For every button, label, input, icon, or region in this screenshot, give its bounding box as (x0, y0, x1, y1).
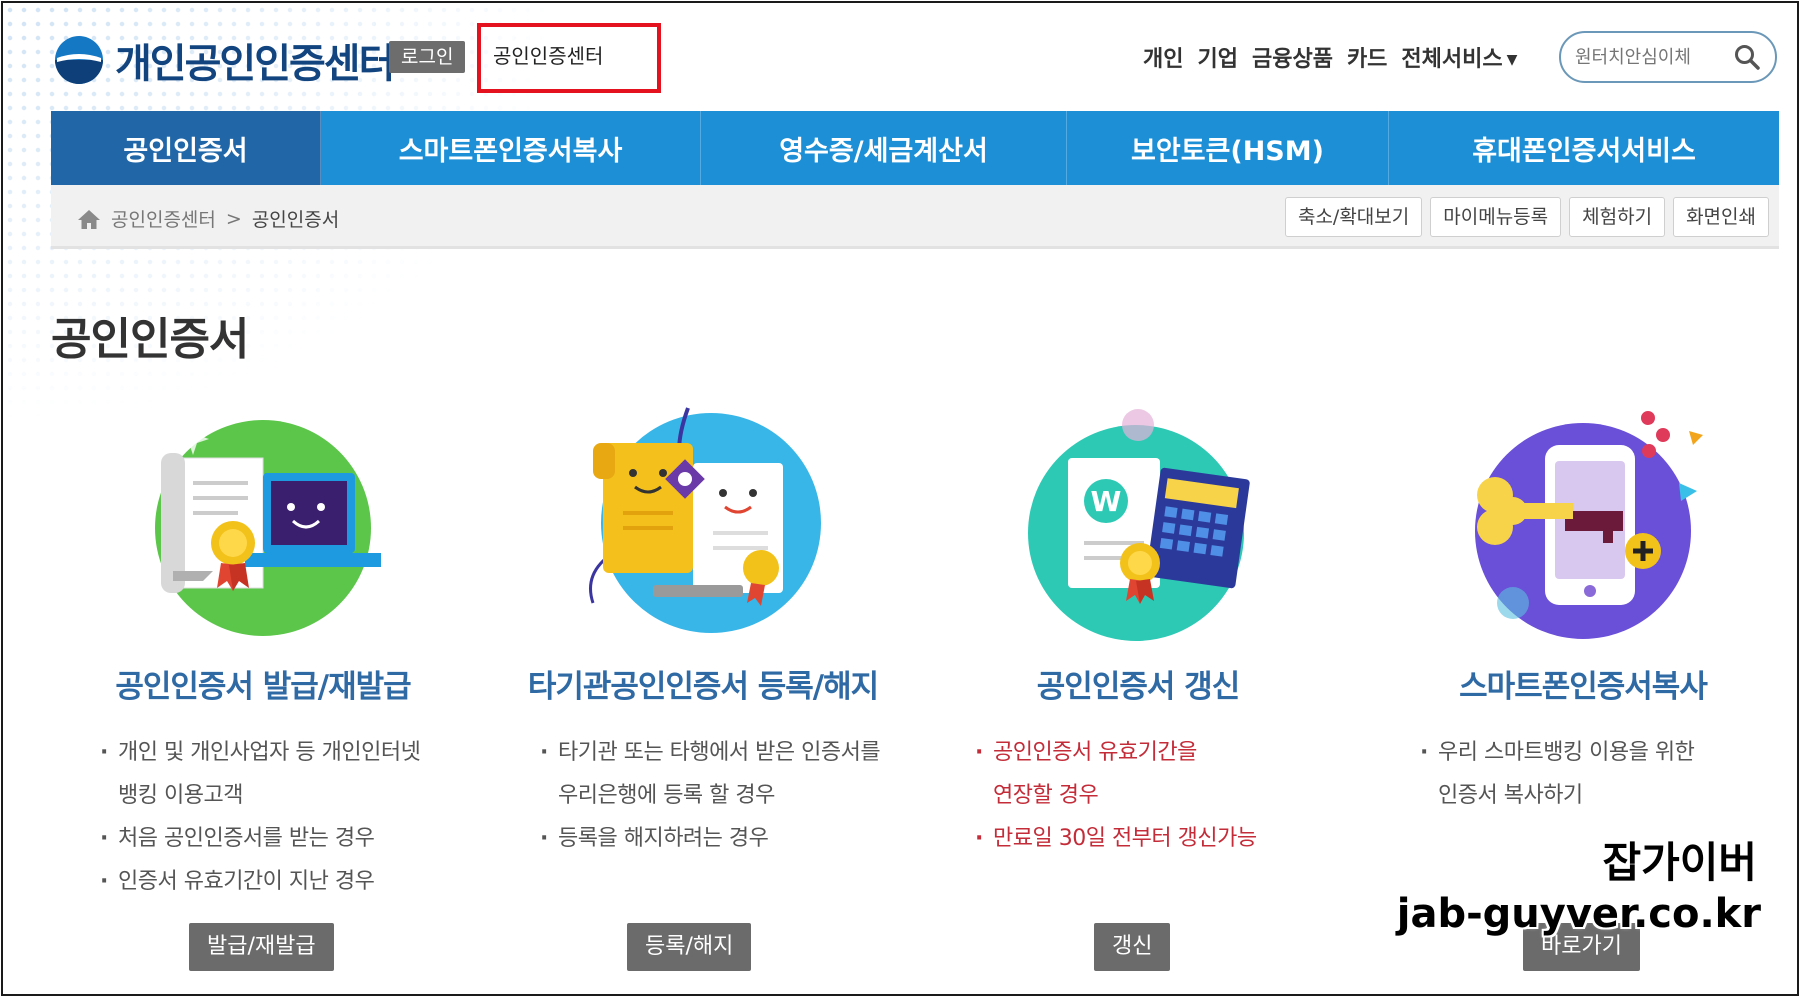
card-bullets: 개인 및 개인사업자 등 개인인터넷 뱅킹 이용고객 처음 공인인증서를 받는 … (98, 731, 468, 903)
tab-security-token[interactable]: 보안토큰(HSM) (1067, 111, 1389, 185)
card-bullet-continuation: 인증서 복사하기 (1418, 774, 1788, 817)
tab-phone-cert-service[interactable]: 휴대폰인증서서비스 (1389, 111, 1779, 185)
card-title[interactable]: 타기관공인인증서 등록/해지 (503, 661, 903, 706)
card-bullet-continuation: 우리은행에 등록 할 경우 (538, 774, 908, 817)
breadcrumb: 공인인증센터 > 공인인증서 (77, 205, 339, 232)
card-title[interactable]: 공인인증서 갱신 (938, 661, 1338, 706)
card-bullet: 만료일 30일 전부터 갱신가능 (973, 817, 1343, 860)
logo-icon (55, 36, 103, 84)
card-bullet-text: 인증서 복사하기 (1438, 783, 1583, 808)
search-icon[interactable] (1733, 43, 1761, 71)
card-bullets: 우리 스마트뱅킹 이용을 위한 인증서 복사하기 (1418, 731, 1788, 817)
watermark-url: jab-guyver.co.kr (1396, 891, 1761, 937)
breadcrumb-separator: > (225, 207, 242, 230)
top-nav-business[interactable]: 기업 (1197, 41, 1237, 73)
tab-receipt-tax-invoice[interactable]: 영수증/세금계산서 (701, 111, 1067, 185)
card-bullet: 처음 공인인증서를 받는 경우 (98, 817, 468, 860)
login-button[interactable]: 로그인 (389, 41, 466, 73)
tab-certificate[interactable]: 공인인증서 (51, 111, 321, 185)
renew-button[interactable]: 갱신 (1094, 923, 1171, 971)
card-bullet: 공인인증서 유효기간을 (973, 731, 1343, 774)
issue-button[interactable]: 발급/재발급 (189, 923, 334, 971)
tab-smartphone-copy[interactable]: 스마트폰인증서복사 (321, 111, 701, 185)
svg-text:W: W (1091, 485, 1122, 518)
card-bullet-text: 뱅킹 이용고객 (118, 783, 243, 808)
card-bullet-text: 연장할 경우 (993, 783, 1099, 808)
card-title[interactable]: 공인인증서 발급/재발급 (63, 661, 463, 706)
top-nav-card[interactable]: 카드 (1347, 41, 1387, 73)
site-logo[interactable]: 개인공인인증센터 (53, 31, 395, 89)
caret-down-icon: ▼ (1506, 52, 1518, 68)
print-button[interactable]: 화면인쇄 (1673, 197, 1769, 237)
main-nav: 공인인증서 스마트폰인증서복사 영수증/세금계산서 보안토큰(HSM) 휴대폰인… (51, 111, 1779, 185)
top-nav: 개인 기업 금융상품 카드 전체서비스 ▼ (1143, 41, 1517, 73)
my-menu-button[interactable]: 마이메뉴등록 (1430, 197, 1562, 237)
try-it-button[interactable]: 체험하기 (1569, 197, 1666, 237)
card-bullets: 공인인증서 유효기간을 연장할 경우 만료일 30일 전부터 갱신가능 (973, 731, 1343, 860)
page-title: 공인인증서 (51, 314, 249, 365)
top-nav-all-services-label: 전체서비스 (1401, 47, 1503, 72)
card-bullet-continuation: 뱅킹 이용고객 (98, 774, 468, 817)
breadcrumb-cert-center[interactable]: 공인인증센터 (111, 205, 216, 232)
card-bullet: 개인 및 개인사업자 등 개인인터넷 (98, 731, 468, 774)
register-button[interactable]: 등록/해지 (627, 923, 752, 971)
card-bullet-continuation: 연장할 경우 (973, 774, 1343, 817)
logo-text: 개인공인인증센터 (115, 41, 395, 87)
card-bullet: 인증서 유효기간이 지난 경우 (98, 860, 468, 903)
card-bullet: 우리 스마트뱅킹 이용을 위한 (1418, 731, 1788, 774)
highlight-annotation (477, 23, 661, 93)
breadcrumb-bar: 공인인증센터 > 공인인증서 축소/확대보기 마이메뉴등록 체험하기 화면인쇄 (51, 185, 1779, 249)
smartphone-key-illustration (1475, 411, 1703, 639)
card-bullet: 타기관 또는 타행에서 받은 인증서를 (538, 731, 908, 774)
home-icon[interactable] (77, 208, 101, 230)
card-title[interactable]: 스마트폰인증서복사 (1383, 661, 1783, 706)
renewal-calendar-illustration: W (1028, 409, 1250, 641)
card-bullet-text: 우리은행에 등록 할 경우 (558, 783, 775, 808)
certificate-laptop-illustration (155, 420, 381, 636)
watermark-name: 잡가이버 (1602, 838, 1757, 887)
search-input[interactable] (1575, 46, 1725, 68)
documents-exchange-illustration (589, 407, 821, 633)
browser-frame: 개인공인인증센터 로그인 공인인증센터 개인 기업 금융상품 카드 전체서비스 ▼… (1, 1, 1799, 996)
top-nav-products[interactable]: 금융상품 (1252, 41, 1333, 73)
breadcrumb-current: 공인인증서 (251, 209, 340, 231)
top-nav-all-services[interactable]: 전체서비스 ▼ (1401, 41, 1517, 73)
top-nav-personal[interactable]: 개인 (1143, 41, 1183, 73)
card-bullets: 타기관 또는 타행에서 받은 인증서를 우리은행에 등록 할 경우 등록을 해지… (538, 731, 908, 860)
page-tools: 축소/확대보기 마이메뉴등록 체험하기 화면인쇄 (1284, 197, 1769, 237)
search-box (1559, 31, 1777, 83)
zoom-button[interactable]: 축소/확대보기 (1284, 197, 1423, 237)
card-bullet: 등록을 해지하려는 경우 (538, 817, 908, 860)
